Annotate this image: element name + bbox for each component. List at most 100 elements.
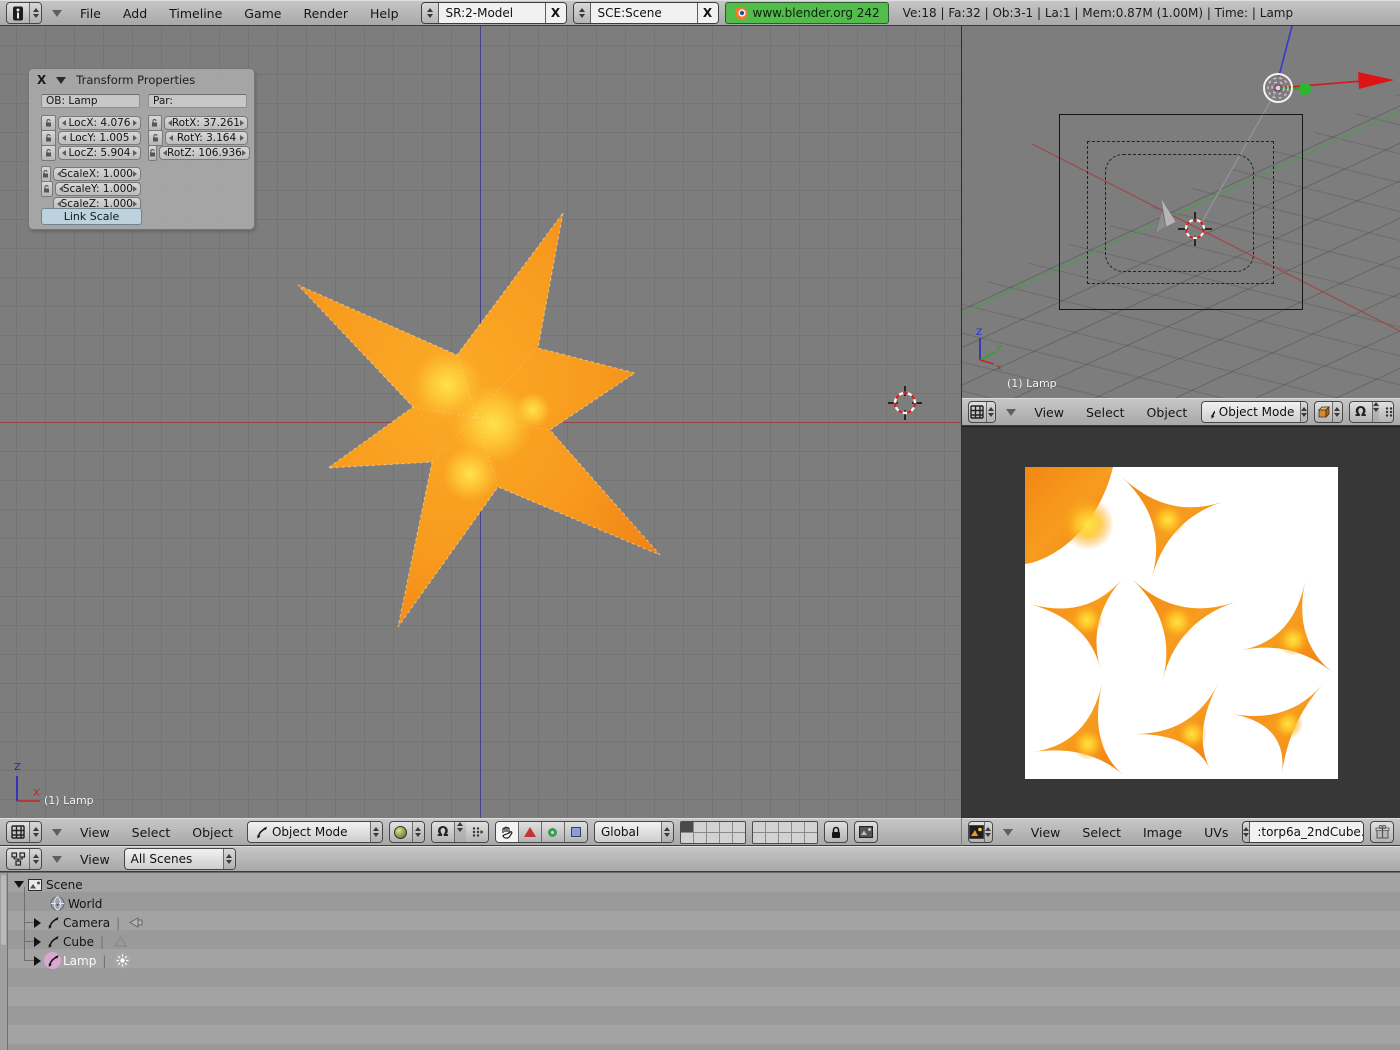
outliner-panel[interactable]: Scene World Camera | Cube | [0, 872, 1400, 1050]
pack-image-icon[interactable] [1370, 821, 1394, 843]
outliner-row-scene[interactable]: Scene [14, 875, 83, 894]
roty-field[interactable]: RotY: 3.164 [165, 131, 248, 145]
stepper-icon[interactable] [422, 3, 439, 23]
scale-icon[interactable] [565, 822, 587, 842]
rotz-field[interactable]: RotZ: 106.936 [159, 146, 250, 160]
rotation-pivot-icon[interactable]: Ω [1350, 402, 1373, 422]
outliner-row-lamp[interactable]: Lamp | [34, 951, 132, 970]
stepper-icon[interactable] [29, 3, 41, 23]
layer-button[interactable] [753, 833, 765, 843]
manipulator-dots-icon[interactable] [1379, 402, 1394, 422]
close-icon[interactable]: X [545, 3, 566, 23]
parent-field[interactable]: Par: [148, 94, 247, 108]
lock-icon[interactable] [41, 115, 56, 131]
rotation-pivot-icon[interactable]: Ω [432, 822, 455, 842]
layer-button[interactable] [792, 833, 804, 843]
lock-icon[interactable] [148, 130, 163, 146]
lock-icon[interactable] [41, 166, 51, 182]
item-label[interactable]: World [68, 897, 102, 911]
outliner-row-camera[interactable]: Camera | [34, 913, 146, 932]
mode-dropdown[interactable]: Object Mode [247, 821, 383, 843]
camera-3d-viewport[interactable]: Z y x (1) Lamp [962, 26, 1400, 398]
stepper-icon[interactable] [29, 849, 41, 869]
layer-button[interactable] [805, 833, 817, 843]
item-label[interactable]: Scene [46, 878, 83, 892]
lock-icon[interactable] [41, 145, 56, 161]
stepper-icon[interactable] [1243, 822, 1250, 842]
lock-icon[interactable] [148, 115, 162, 131]
rotx-field[interactable]: RotX: 37.261 [164, 116, 248, 130]
lamp-object[interactable] [1256, 66, 1300, 110]
locx-field[interactable]: LocX: 4.076 [58, 116, 141, 130]
chevron-down-icon[interactable] [52, 856, 62, 863]
panel-collapse-icon[interactable] [56, 77, 66, 84]
menu-file[interactable]: File [72, 6, 109, 21]
scene-name-field[interactable]: SCE:Scene [591, 3, 697, 23]
scaley-field[interactable]: ScaleY: 1.000 [55, 182, 141, 196]
stepper-icon[interactable] [223, 849, 235, 869]
stepper-icon[interactable] [1300, 402, 1307, 422]
layer-button[interactable] [733, 822, 745, 832]
layer-buttons-group2[interactable] [752, 821, 818, 844]
editor-type-selector[interactable] [6, 2, 42, 24]
editor-type-selector[interactable] [968, 821, 993, 843]
ob-name-field[interactable]: OB: Lamp [41, 94, 140, 108]
lock-icon[interactable] [148, 145, 157, 161]
menu-render[interactable]: Render [296, 6, 357, 21]
draw-mode-selector[interactable] [1314, 401, 1342, 423]
scene-selector[interactable]: SCE:Scene X [573, 2, 719, 24]
manipulator-dots-icon[interactable] [466, 822, 488, 842]
image-selector[interactable]: :torp6a_2ndCube.tga X [1242, 821, 1364, 843]
main-3d-viewport[interactable]: Z X (1) Lamp X Transform Properties OB: … [0, 26, 962, 818]
menu-object[interactable]: Object [184, 825, 241, 840]
rotate-icon[interactable] [542, 822, 565, 842]
layer-button[interactable] [779, 822, 791, 832]
expand-icon[interactable] [34, 956, 41, 966]
close-icon[interactable]: X [697, 3, 718, 23]
menu-select[interactable]: Select [1078, 405, 1133, 420]
expand-icon[interactable] [34, 937, 41, 947]
chevron-down-icon[interactable] [1003, 829, 1013, 836]
menu-game[interactable]: Game [236, 6, 289, 21]
layer-button[interactable] [681, 833, 693, 843]
layer-button[interactable] [779, 833, 791, 843]
texture-image[interactable] [1025, 467, 1338, 779]
orientation-dropdown[interactable]: Global [594, 821, 674, 843]
chevron-down-icon[interactable] [52, 829, 62, 836]
menu-uvs[interactable]: UVs [1196, 825, 1236, 840]
outliner-scrollbar[interactable] [0, 873, 8, 1050]
menu-view[interactable]: View [72, 852, 118, 867]
render-preview-icon[interactable] [854, 821, 878, 843]
menu-view[interactable]: View [1026, 405, 1072, 420]
editor-type-selector[interactable] [968, 401, 996, 423]
translate-icon[interactable] [519, 822, 542, 842]
stepper-icon[interactable] [984, 822, 992, 842]
draw-mode-selector[interactable] [389, 821, 425, 843]
stepper-icon[interactable] [455, 822, 466, 832]
layer-button[interactable] [753, 822, 765, 832]
item-label[interactable]: Camera [63, 916, 110, 930]
outliner-row-cube[interactable]: Cube | [34, 932, 130, 951]
layer-button[interactable] [707, 822, 719, 832]
locz-field[interactable]: LocZ: 5.904 [58, 146, 141, 160]
editor-type-selector[interactable] [6, 848, 42, 870]
chevron-down-icon[interactable] [52, 10, 62, 17]
stepper-icon[interactable] [986, 402, 995, 422]
layer-button[interactable] [694, 822, 706, 832]
hand-icon[interactable] [496, 822, 519, 842]
scenes-dropdown[interactable]: All Scenes [124, 848, 236, 870]
scalex-field[interactable]: ScaleX: 1.000 [53, 167, 141, 181]
item-label[interactable]: Lamp [63, 954, 96, 968]
outliner-row-world[interactable]: World [46, 894, 102, 913]
layer-button[interactable] [720, 822, 732, 832]
stepper-icon[interactable] [574, 3, 591, 23]
layer-button[interactable] [720, 833, 732, 843]
layer-button[interactable] [733, 833, 745, 843]
panel-close-icon[interactable]: X [37, 73, 46, 87]
menu-view[interactable]: View [1023, 825, 1069, 840]
transform-properties-panel[interactable]: X Transform Properties OB: Lamp Par: Loc… [28, 68, 255, 230]
stepper-icon[interactable] [412, 822, 424, 842]
layer-button[interactable] [805, 822, 817, 832]
expand-icon[interactable] [34, 918, 41, 928]
screen-selector[interactable]: SR:2-Model X [421, 2, 567, 24]
